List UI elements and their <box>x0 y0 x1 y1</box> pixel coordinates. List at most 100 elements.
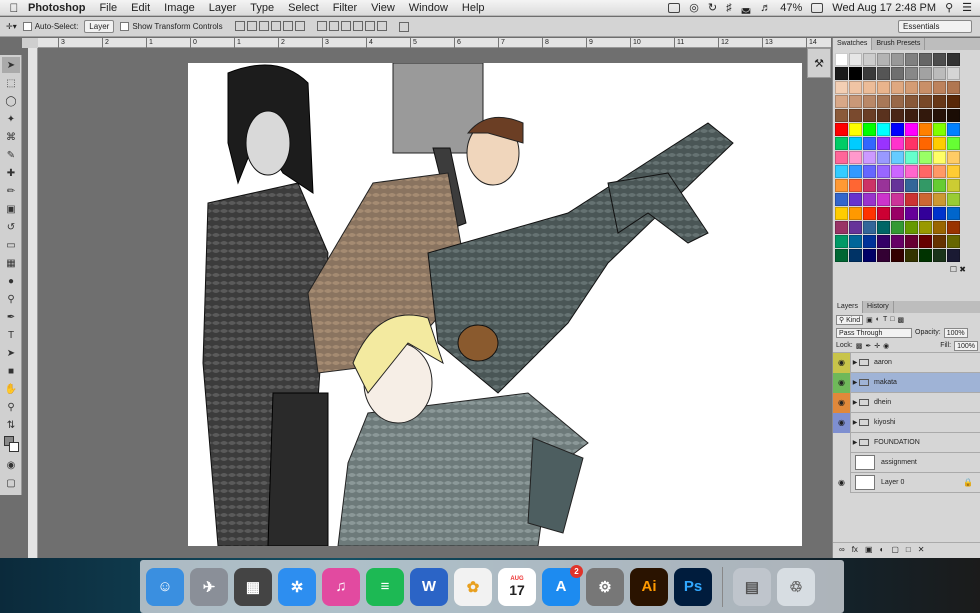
swatch-38[interactable] <box>863 109 876 122</box>
swatch-85[interactable] <box>891 179 904 192</box>
toolbar-collapse[interactable] <box>22 38 38 48</box>
swatch-90[interactable] <box>835 193 848 206</box>
eyedropper-tool-icon[interactable]: ✎ <box>2 147 20 163</box>
path-selection-tool-icon[interactable]: ➤ <box>2 345 20 361</box>
swatch-46[interactable] <box>849 123 862 136</box>
zoom-tool-icon[interactable]: ⚲ <box>2 399 20 415</box>
swatch-123[interactable] <box>919 235 932 248</box>
swatch-69[interactable] <box>919 151 932 164</box>
align-bottom-icon[interactable] <box>258 20 269 31</box>
brush-tool-icon[interactable]: ✏ <box>2 183 20 199</box>
system-preferences-icon[interactable]: ⚙ <box>586 567 624 606</box>
layer-row-layer-0[interactable]: ◉ Layer 0 🔒 <box>833 472 980 493</box>
swatch-44[interactable] <box>947 109 960 122</box>
blend-mode-dropdown[interactable]: Pass Through <box>836 327 912 338</box>
workspace-dropdown[interactable]: Essentials <box>898 20 972 33</box>
swatch-12[interactable] <box>877 67 890 80</box>
swatch-51[interactable] <box>919 123 932 136</box>
move-tool-icon[interactable]: ✛▾ <box>6 22 17 31</box>
panel-dock-button[interactable]: ⚒ <box>807 48 831 78</box>
layer-visibility-icon[interactable]: ◉ <box>833 472 851 493</box>
clone-stamp-tool-icon[interactable]: ▣ <box>2 201 20 217</box>
blur-tool-icon[interactable]: ● <box>2 273 20 289</box>
swatch-108[interactable] <box>835 221 848 234</box>
pen-tool-icon[interactable]: ✒ <box>2 309 20 325</box>
swatch-27[interactable] <box>835 95 848 108</box>
bluetooth-icon[interactable]: ♯ <box>726 2 732 14</box>
swatch-93[interactable] <box>877 193 890 206</box>
swatch-97[interactable] <box>933 193 946 206</box>
swatch-107[interactable] <box>947 207 960 220</box>
swatch-102[interactable] <box>877 207 890 220</box>
swatch-94[interactable] <box>891 193 904 206</box>
quick-mask-icon[interactable]: ◉ <box>2 457 20 473</box>
photo-booth-icon[interactable]: ▦ <box>234 567 272 606</box>
lock-move-icon[interactable]: ✛ <box>874 342 880 350</box>
swatch-114[interactable] <box>919 221 932 234</box>
gradient-tool-icon[interactable]: ▦ <box>2 255 20 271</box>
swatch-100[interactable] <box>849 207 862 220</box>
layer-row-aaron[interactable]: ◉ ▶ aaron <box>833 352 980 373</box>
align-left-icon[interactable] <box>270 20 281 31</box>
swatch-1[interactable] <box>849 53 862 66</box>
align-right-icon[interactable] <box>294 20 305 31</box>
swatch-57[interactable] <box>877 137 890 150</box>
fill-field[interactable]: 100% <box>954 340 978 351</box>
swatch-47[interactable] <box>863 123 876 136</box>
layer-visibility-icon[interactable] <box>833 432 851 453</box>
swatch-121[interactable] <box>891 235 904 248</box>
trash-icon[interactable]: ♲ <box>777 567 815 606</box>
swatch-98[interactable] <box>947 193 960 206</box>
swatch-18[interactable] <box>835 81 848 94</box>
eraser-tool-icon[interactable]: ▭ <box>2 237 20 253</box>
magic-wand-tool-icon[interactable]: ✦ <box>2 111 20 127</box>
layer-visibility-icon[interactable] <box>833 452 851 473</box>
layer-row-kiyoshi[interactable]: ◉ ▶ kiyoshi <box>833 412 980 433</box>
rectangle-tool-icon[interactable]: ■ <box>2 363 20 379</box>
swatch-21[interactable] <box>877 81 890 94</box>
itunes-icon[interactable]: ♫ <box>322 567 360 606</box>
battery-icon[interactable] <box>811 2 824 13</box>
swatch-63[interactable] <box>835 151 848 164</box>
align-hcenter-icon[interactable] <box>282 20 293 31</box>
swatch-120[interactable] <box>877 235 890 248</box>
menu-image[interactable]: Image <box>164 2 195 14</box>
clock[interactable]: Wed Aug 17 2:48 PM <box>832 2 936 14</box>
layer-row-foundation[interactable]: ▶ FOUNDATION <box>833 432 980 453</box>
swatch-9[interactable] <box>835 67 848 80</box>
group-expand-icon[interactable]: ▶ <box>851 399 859 406</box>
layer-visibility-icon[interactable]: ◉ <box>833 372 851 393</box>
swatch-7[interactable] <box>933 53 946 66</box>
menu-edit[interactable]: Edit <box>131 2 150 14</box>
swatch-132[interactable] <box>919 249 932 262</box>
color-swap-icon[interactable]: ⇅ <box>2 417 20 433</box>
swatch-109[interactable] <box>849 221 862 234</box>
swatch-130[interactable] <box>891 249 904 262</box>
swatch-113[interactable] <box>905 221 918 234</box>
swatch-2[interactable] <box>863 53 876 66</box>
swatch-22[interactable] <box>891 81 904 94</box>
opacity-field[interactable]: 100% <box>943 327 968 338</box>
swatch-74[interactable] <box>863 165 876 178</box>
tools-preset-icon[interactable]: ⚒ <box>814 57 824 70</box>
swatch-133[interactable] <box>933 249 946 262</box>
layer-visibility-icon[interactable]: ◉ <box>833 352 851 373</box>
lock-transparent-icon[interactable]: ▩ <box>856 342 863 350</box>
group-expand-icon[interactable]: ▶ <box>851 379 859 386</box>
swatch-11[interactable] <box>863 67 876 80</box>
hand-tool-icon[interactable]: ✋ <box>2 381 20 397</box>
swatch-86[interactable] <box>905 179 918 192</box>
distribute-right-icon[interactable] <box>376 20 387 31</box>
swatch-10[interactable] <box>849 67 862 80</box>
finder-icon[interactable]: ☺ <box>146 567 184 606</box>
swatch-117[interactable] <box>835 235 848 248</box>
layer-row-assignment[interactable]: assignment <box>833 452 980 473</box>
menu-view[interactable]: View <box>371 2 395 14</box>
tab-swatches[interactable]: Swatches <box>833 38 873 50</box>
swatch-25[interactable] <box>933 81 946 94</box>
filter-kind-dropdown[interactable]: ⚲ Kind <box>836 314 864 325</box>
swatch-49[interactable] <box>891 123 904 136</box>
show-transform-checkbox[interactable] <box>120 22 130 32</box>
calendar-icon[interactable]: AUG 17 <box>498 567 536 606</box>
auto-align-icon[interactable] <box>398 21 409 32</box>
